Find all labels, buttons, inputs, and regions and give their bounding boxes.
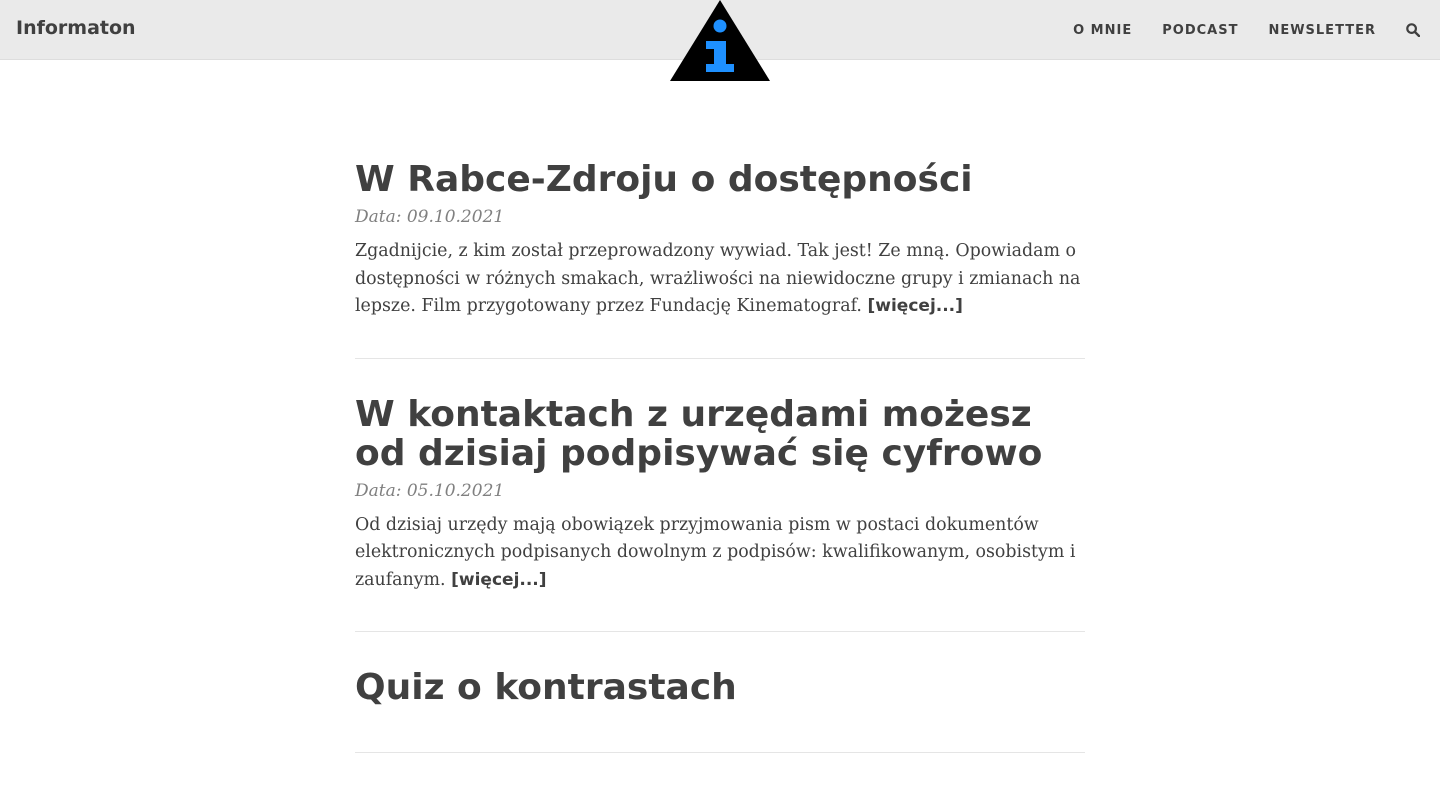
- post-preview: W kontaktach z urzędami możesz od dzisia…: [355, 395, 1085, 632]
- post-preview: Quiz o kontrastach: [355, 668, 1085, 753]
- post-title-link[interactable]: Quiz o kontrastach: [355, 668, 1085, 707]
- nav-link-o-mnie[interactable]: O MNIE: [1073, 23, 1132, 38]
- post-list: W Rabce-Zdroju o dostępności Data: 09.10…: [355, 160, 1085, 789]
- post-title-link[interactable]: W Rabce-Zdroju o dostępności: [355, 160, 1085, 199]
- post-excerpt: Od dzisiaj urzędy mają obowiązek przyjmo…: [355, 512, 1085, 595]
- nav-menu: O MNIE PODCAST NEWSLETTER: [1043, 0, 1422, 60]
- site-brand-link[interactable]: Informaton: [16, 17, 136, 39]
- nav-link-newsletter[interactable]: NEWSLETTER: [1268, 23, 1376, 38]
- site-logo[interactable]: [670, 0, 770, 82]
- read-more-link[interactable]: [więcej...]: [451, 570, 546, 590]
- post-title-link[interactable]: W kontaktach z urzędami możesz od dzisia…: [355, 395, 1085, 473]
- nav-link-podcast[interactable]: PODCAST: [1162, 23, 1238, 38]
- post-date: Data: 09.10.2021: [355, 207, 505, 227]
- search-button[interactable]: [1404, 21, 1422, 39]
- read-more-link[interactable]: [więcej...]: [868, 296, 963, 316]
- post-date: Data: 05.10.2021: [355, 480, 505, 501]
- top-navbar: Informaton O MNIE PODCAST NEWSLETTER: [0, 0, 1440, 81]
- post-preview: W Rabce-Zdroju o dostępności Data: 09.10…: [355, 160, 1085, 359]
- post-excerpt-text: Zgadnijcie, z kim został przeprowadzony …: [355, 241, 1081, 316]
- post-excerpt: Zgadnijcie, z kim został przeprowadzony …: [355, 238, 1085, 321]
- search-icon: [1406, 23, 1420, 37]
- info-triangle-logo-icon: [670, 0, 770, 81]
